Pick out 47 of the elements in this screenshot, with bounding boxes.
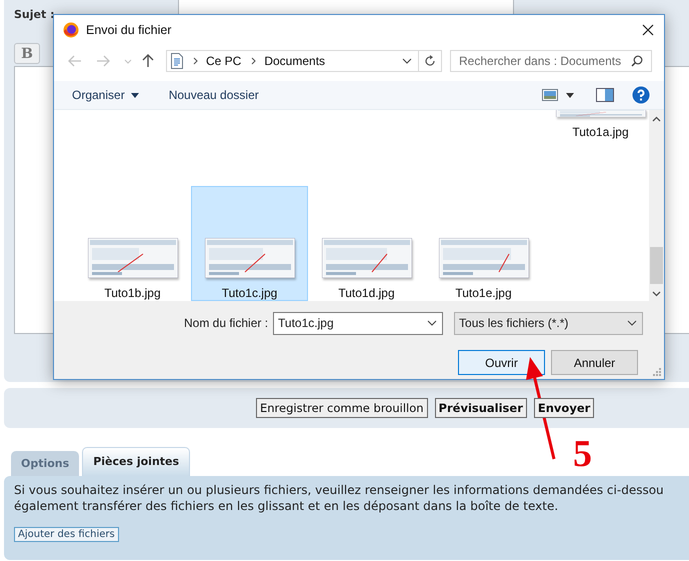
- caret-icon[interactable]: [566, 92, 574, 98]
- bold-button[interactable]: B: [14, 43, 40, 64]
- scrollbar[interactable]: [649, 110, 664, 301]
- chevron-icon: [627, 320, 638, 326]
- document-icon: [171, 53, 183, 69]
- file-type-dropdown[interactable]: Tous les fichiers (*.*): [454, 312, 644, 334]
- dialog-title: Envoi du fichier: [86, 23, 172, 37]
- help-icon[interactable]: [632, 86, 650, 104]
- filename-field[interactable]: Tuto1c.jpg: [273, 312, 444, 334]
- subject-field[interactable]: [178, 0, 514, 15]
- breadcrumb[interactable]: Ce PC: [206, 54, 242, 68]
- up-arrow-icon[interactable]: [142, 54, 154, 68]
- annotation-number: 5: [573, 434, 592, 474]
- preview-pane-icon[interactable]: [596, 88, 614, 102]
- browser-icon: [63, 22, 79, 38]
- resize-grip-icon[interactable]: [653, 368, 661, 376]
- attachments-text: Si vous souhaitez insérer un ou plusieurs fichiers, veuillez renseigner les informations demandées ci-dessou: [14, 482, 665, 498]
- scroll-up-icon[interactable]: [652, 116, 661, 122]
- close-icon[interactable]: [642, 24, 654, 36]
- organize-menu[interactable]: Organiser: [72, 88, 125, 102]
- search-field[interactable]: Rechercher dans : Documents: [450, 50, 652, 72]
- chevron-icon: [427, 320, 438, 326]
- form-button[interactable]: Enregistrer comme brouillon: [256, 398, 428, 418]
- address-bar[interactable]: Ce PC Documents: [166, 50, 442, 72]
- open-button[interactable]: Ouvrir: [458, 350, 545, 375]
- tab[interactable]: Pièces jointes: [82, 447, 190, 476]
- filename-label: Nom du fichier :: [184, 316, 268, 330]
- scroll-down-icon[interactable]: [652, 291, 661, 297]
- chevron-right-icon: [251, 57, 256, 65]
- file-item[interactable]: Tuto1a.jpg: [542, 110, 649, 140]
- form-button[interactable]: Envoyer: [534, 398, 594, 418]
- attachments-text: également transférer des fichiers en les glissant et en les déposant dans la boîte de texte.: [14, 498, 560, 514]
- breadcrumb[interactable]: Documents: [264, 54, 326, 68]
- new-folder-button[interactable]: Nouveau dossier: [168, 88, 259, 102]
- file-item[interactable]: Tuto1e.jpg: [425, 186, 542, 301]
- scrollbar-thumb[interactable]: [650, 247, 663, 284]
- form-button[interactable]: Prévisualiser: [434, 398, 527, 418]
- file-item[interactable]: Tuto1d.jpg: [308, 186, 425, 301]
- search-icon: [631, 55, 643, 67]
- add-files-button[interactable]: Ajouter des fichiers: [14, 527, 119, 542]
- picture-view-icon[interactable]: [542, 89, 558, 101]
- cancel-button[interactable]: Annuler: [551, 350, 638, 375]
- caret-icon[interactable]: [130, 92, 139, 98]
- chevron-icon[interactable]: [402, 58, 412, 64]
- file-item[interactable]: Tuto1c.jpg: [191, 186, 308, 301]
- file-item[interactable]: Tuto1b.jpg: [74, 186, 191, 301]
- chevron-right-icon: [193, 57, 198, 65]
